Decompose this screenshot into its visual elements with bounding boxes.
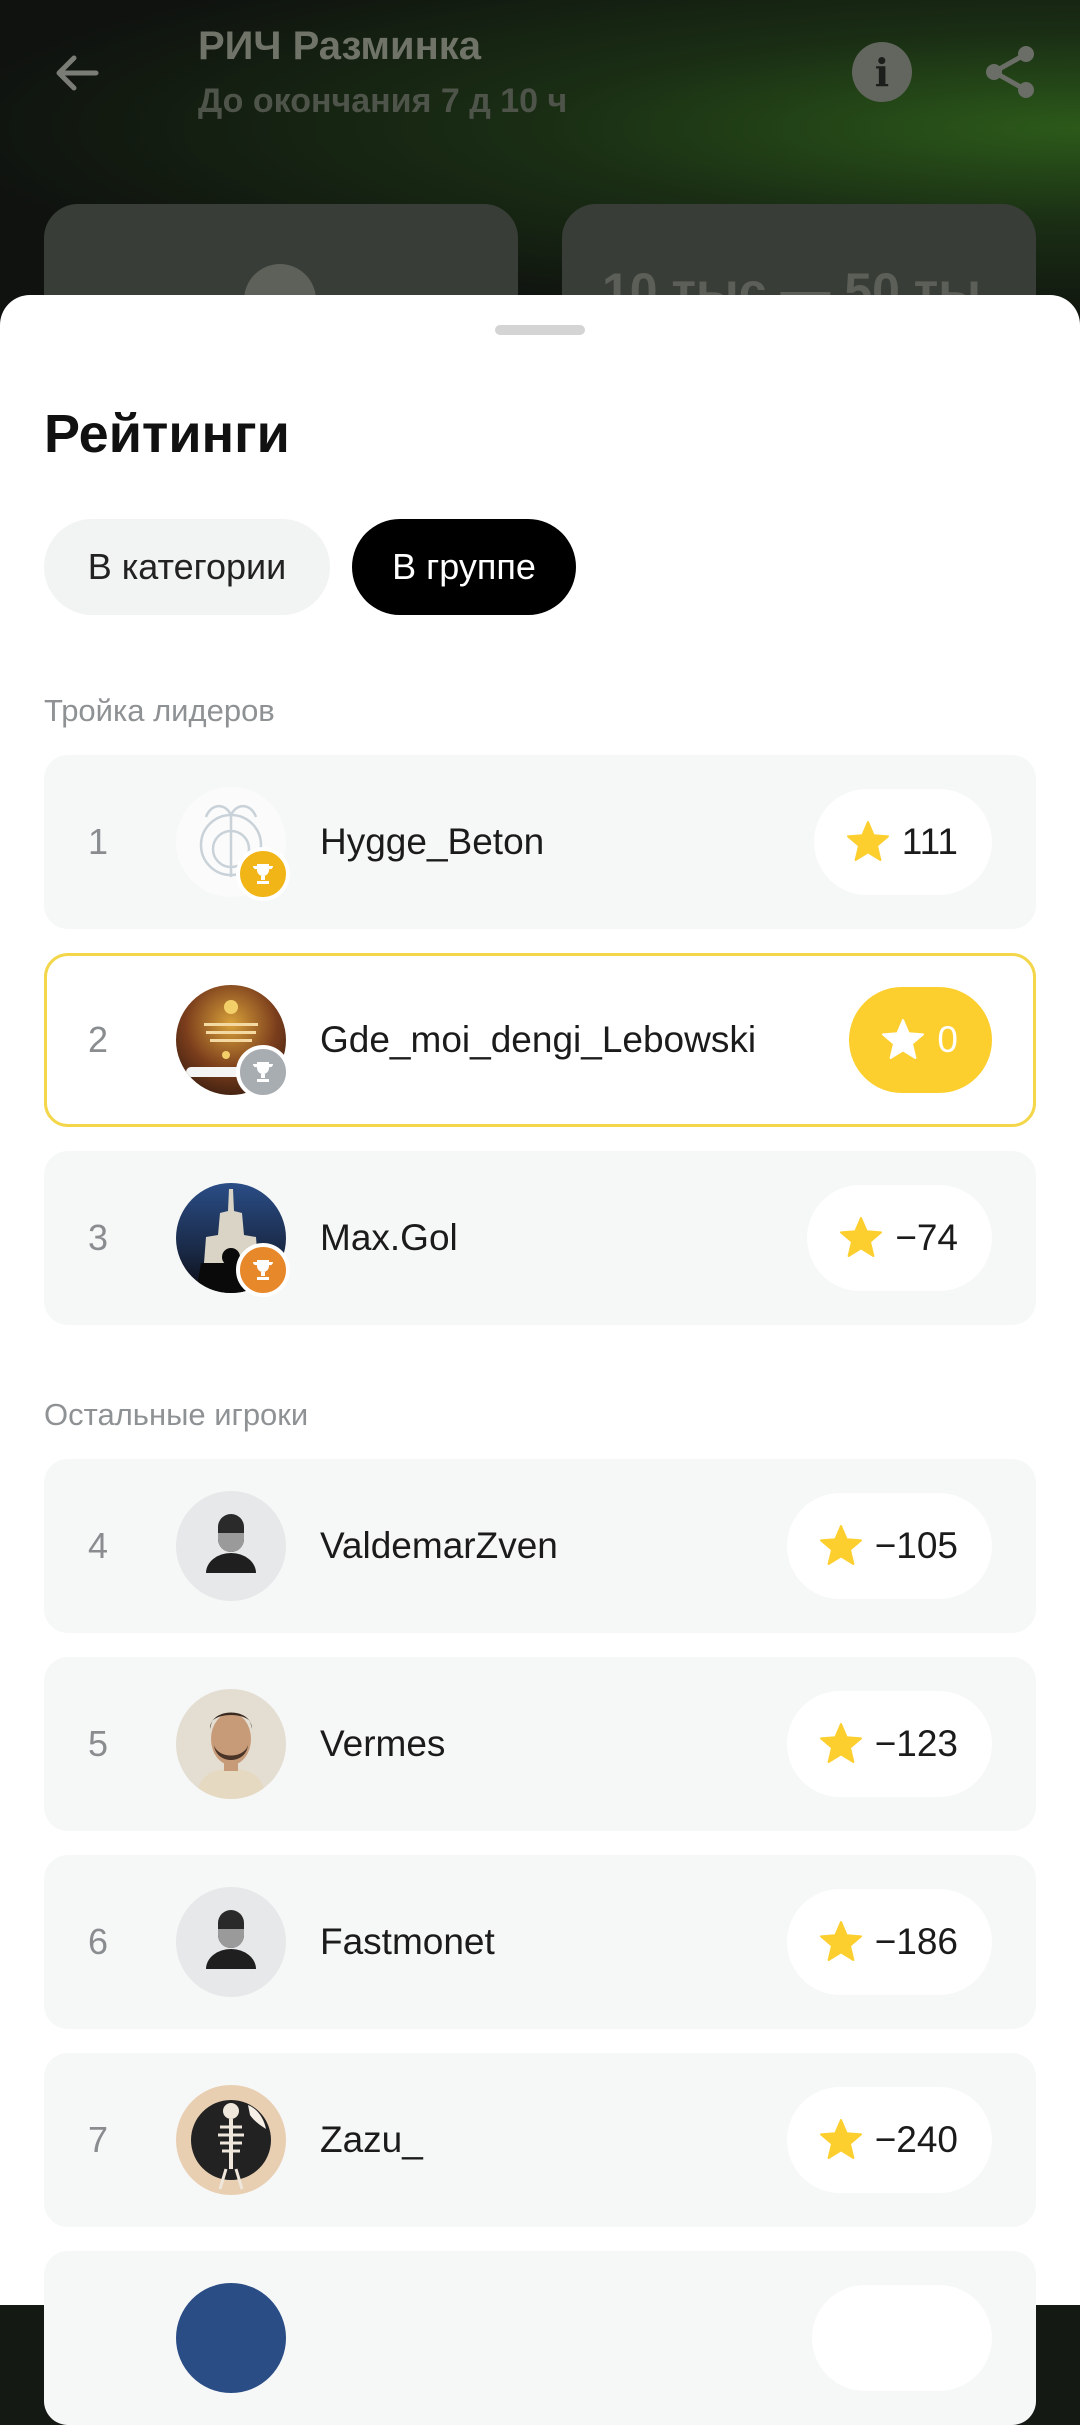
- gold-trophy-icon: [236, 847, 290, 901]
- star-icon: [819, 1921, 862, 1961]
- score-pill-highlighted: 0: [849, 987, 992, 1093]
- score-pill: [812, 2285, 992, 2391]
- score-value: −186: [874, 1921, 958, 1962]
- star-icon: [882, 1019, 925, 1059]
- default-avatar-icon: [176, 1491, 286, 1601]
- info-icon[interactable]: i: [852, 42, 912, 102]
- score-value: 111: [901, 821, 958, 862]
- star-icon: [819, 1525, 862, 1565]
- player-name: Vermes: [320, 1723, 446, 1764]
- rank-number: 4: [88, 1525, 109, 1566]
- rank-number: 3: [88, 1217, 109, 1258]
- score-value: −105: [874, 1525, 958, 1566]
- contest-title: РИЧ Разминка: [198, 24, 482, 68]
- avatar: [176, 1689, 286, 1799]
- star-icon: [840, 1217, 883, 1257]
- leaderboard-row-current-user[interactable]: 2 Gde_moi_dengi_Lebowski 0: [44, 953, 1036, 1127]
- leaderboard-row[interactable]: 5 Vermes −123: [44, 1657, 1036, 1831]
- score-value: −123: [874, 1723, 958, 1764]
- avatar: [176, 2085, 286, 2195]
- share-icon[interactable]: [980, 42, 1040, 102]
- player-name: Max.Gol: [320, 1217, 458, 1258]
- leaderboard-row[interactable]: 1 Hygge_Beton 111: [44, 755, 1036, 929]
- leaderboard-row[interactable]: 3 Max.Gol −74: [44, 1151, 1036, 1325]
- score-value: −74: [895, 1217, 958, 1258]
- leaderboard-row-partial[interactable]: [44, 2251, 1036, 2425]
- star-icon: [819, 2119, 862, 2159]
- sheet-title: Рейтинги: [44, 404, 290, 464]
- rank-number: 6: [88, 1921, 109, 1962]
- score-pill: −240: [786, 2087, 992, 2193]
- score-pill: 111: [813, 789, 992, 895]
- player-name: Zazu_: [320, 2119, 423, 2160]
- tab-in-group[interactable]: В группе: [352, 519, 576, 615]
- avatar: [176, 2283, 286, 2393]
- sheet-grabber[interactable]: [495, 325, 585, 335]
- bronze-trophy-icon: [236, 1243, 290, 1297]
- leaderboard-row[interactable]: 6 Fastmonet −186: [44, 1855, 1036, 2029]
- leaderboard-row[interactable]: 7 Zazu_ −240: [44, 2053, 1036, 2227]
- silver-trophy-icon: [236, 1045, 290, 1099]
- rank-number: 7: [88, 2119, 109, 2160]
- rank-number: 2: [88, 1019, 109, 1060]
- ratings-sheet: Рейтинги В категории В группе Тройка лид…: [0, 295, 1080, 2425]
- score-value: −240: [874, 2119, 958, 2160]
- player-name: ValdemarZven: [320, 1525, 558, 1566]
- leaderboard-row[interactable]: 4 ValdemarZven −105: [44, 1459, 1036, 1633]
- score-pill: −105: [786, 1493, 992, 1599]
- score-pill: −74: [807, 1185, 992, 1291]
- score-pill: −186: [786, 1889, 992, 1995]
- tab-in-category[interactable]: В категории: [44, 519, 330, 615]
- player-name: Hygge_Beton: [320, 821, 545, 862]
- player-name: Gde_moi_dengi_Lebowski: [320, 1019, 757, 1060]
- contest-countdown: До окончания 7 д 10 ч: [198, 82, 568, 120]
- star-icon: [846, 821, 889, 861]
- back-arrow-icon[interactable]: [52, 48, 102, 98]
- others-section-label: Остальные игроки: [44, 1397, 309, 1432]
- score-value: 0: [937, 1019, 958, 1060]
- star-icon: [819, 1723, 862, 1763]
- player-name: Fastmonet: [320, 1921, 495, 1962]
- default-avatar-icon: [176, 1887, 286, 1997]
- leaders-section-label: Тройка лидеров: [44, 693, 275, 728]
- rank-number: 5: [88, 1723, 109, 1764]
- rank-number: 1: [88, 821, 109, 862]
- score-pill: −123: [786, 1691, 992, 1797]
